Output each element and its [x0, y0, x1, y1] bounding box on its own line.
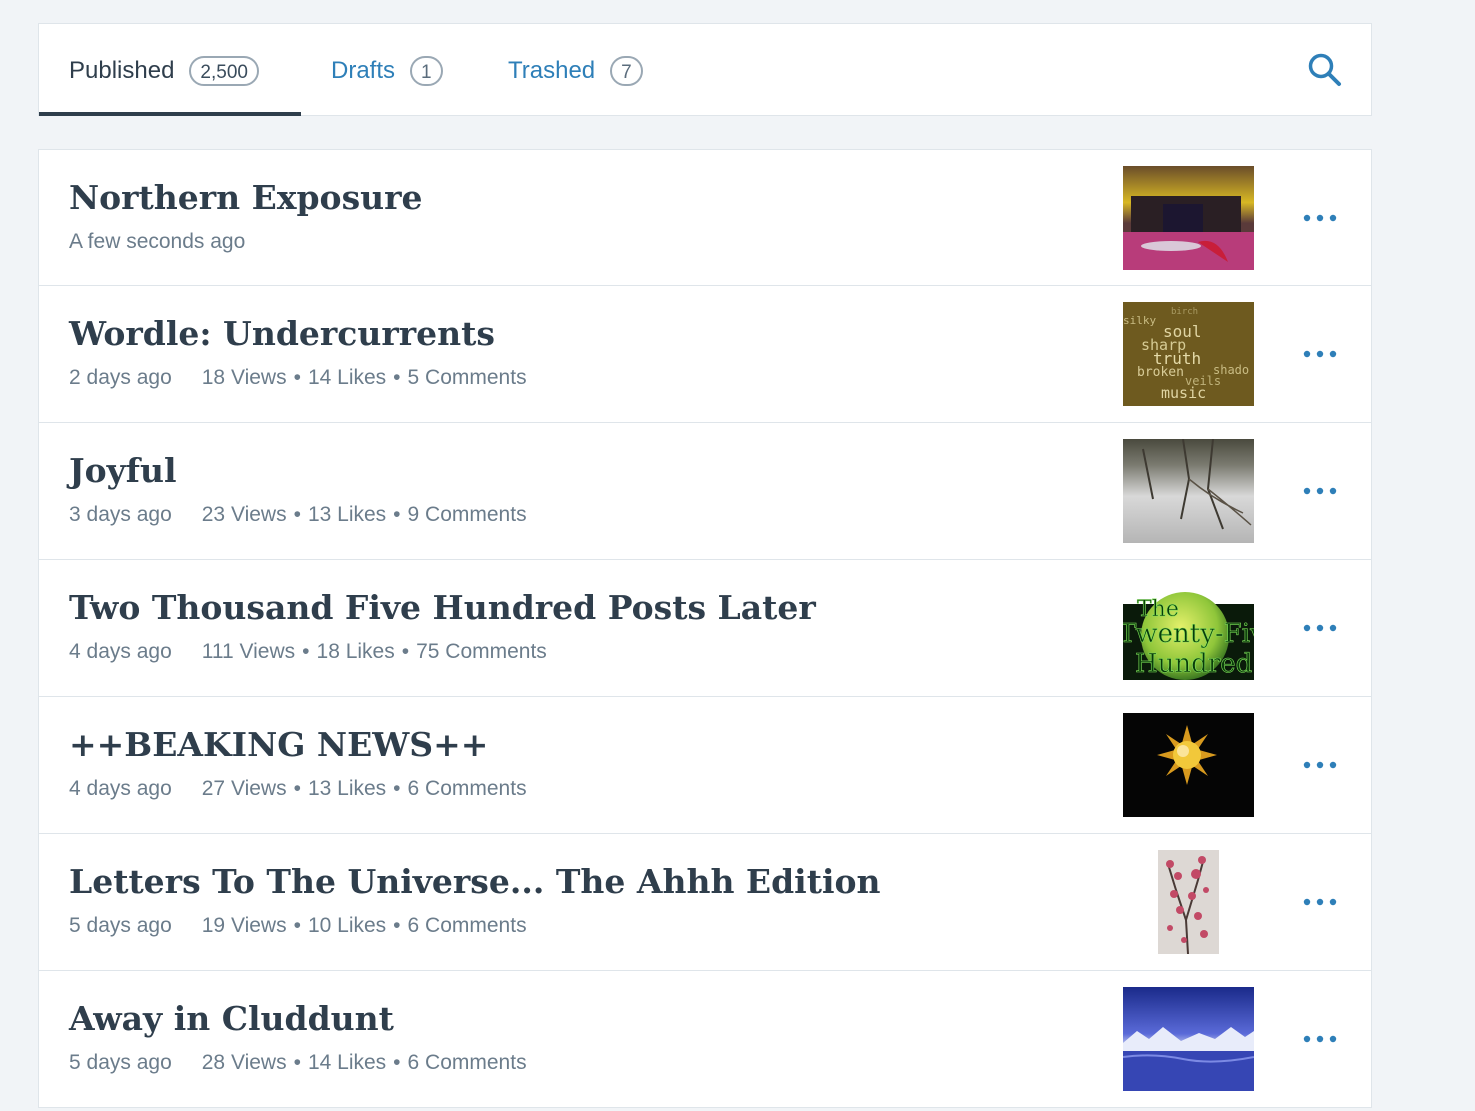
post-comments: 6 Comments	[407, 777, 527, 800]
thumbnail-image	[1123, 166, 1254, 270]
more-button[interactable]	[1301, 341, 1341, 367]
post-list: Northern Exposure A few seconds ago Word…	[38, 149, 1372, 1108]
thumb-word: birch	[1171, 307, 1198, 317]
thumbnail-image	[1123, 987, 1254, 1091]
post-views: 18 Views	[201, 366, 287, 389]
post-comments: 5 Comments	[407, 366, 527, 389]
thumbnail-image: The Twenty-Five Hundred	[1123, 576, 1254, 680]
post-date: 2 days ago	[69, 366, 172, 389]
post-row: Northern Exposure A few seconds ago	[38, 149, 1372, 286]
post-comments: 6 Comments	[407, 1051, 527, 1074]
tab-count-badge: 1	[410, 55, 443, 86]
post-title[interactable]: Letters To The Universe... The Ahhh Edit…	[69, 862, 880, 901]
tab-label: Published	[69, 56, 175, 84]
more-button[interactable]	[1301, 889, 1341, 915]
more-button[interactable]	[1301, 615, 1341, 641]
more-icon	[1303, 898, 1337, 906]
post-row: Letters To The Universe... The Ahhh Edit…	[38, 834, 1372, 971]
tab-label: Drafts	[331, 56, 396, 84]
more-button[interactable]	[1301, 478, 1341, 504]
thumb-word: broken	[1137, 365, 1184, 380]
post-date: A few seconds ago	[69, 230, 246, 253]
post-row: Wordle: Undercurrents 2 days ago 18 Views…	[38, 286, 1372, 423]
thumb-word: Hundred	[1135, 649, 1252, 679]
post-views: 27 Views	[201, 777, 287, 800]
post-title[interactable]: Two Thousand Five Hundred Posts Later	[69, 588, 816, 627]
more-button[interactable]	[1301, 205, 1341, 231]
more-button[interactable]	[1301, 1026, 1341, 1052]
post-meta: 2 days ago 18 Views • 14 Likes • 5 Comments	[69, 366, 527, 389]
post-meta: 5 days ago 19 Views • 10 Likes • 6 Comments	[69, 914, 527, 937]
thumb-word: Twenty-Five	[1123, 619, 1254, 649]
more-button[interactable]	[1301, 752, 1341, 778]
tab-count-badge: 2,500	[189, 55, 259, 86]
thumbnail-image	[1123, 713, 1254, 817]
post-thumbnail[interactable]	[1123, 439, 1254, 543]
post-likes: 14 Likes	[307, 1051, 387, 1074]
thumbnail-image	[1123, 439, 1254, 543]
post-date: 4 days ago	[69, 640, 172, 663]
post-date: 4 days ago	[69, 777, 172, 800]
thumbnail-image: birch silky soul sharp truth broken shad…	[1123, 302, 1254, 406]
post-title[interactable]: ++BEAKING NEWS++	[69, 725, 488, 764]
post-thumbnail[interactable]: The Twenty-Five Hundred	[1123, 576, 1254, 680]
thumb-word: music	[1161, 384, 1206, 402]
search-icon	[1308, 53, 1341, 86]
post-title[interactable]: Northern Exposure	[69, 178, 423, 217]
more-icon	[1303, 1035, 1337, 1043]
thumb-word: silky	[1123, 314, 1156, 327]
post-row: ++BEAKING NEWS++ 4 days ago 27 Views • 13 L…	[38, 697, 1372, 834]
post-row: Away in Cluddunt 5 days ago 28 Views • 14 L…	[38, 971, 1372, 1108]
post-views: 111 Views	[201, 640, 296, 663]
selected-tab-indicator	[39, 112, 301, 116]
post-meta: 5 days ago 28 Views • 14 Likes • 6 Comments	[69, 1051, 527, 1074]
more-icon	[1303, 487, 1337, 495]
post-row: Two Thousand Five Hundred Posts Later 4 …	[38, 560, 1372, 697]
more-icon	[1303, 761, 1337, 769]
post-likes: 10 Likes	[307, 914, 387, 937]
more-icon	[1303, 624, 1337, 632]
post-likes: 13 Likes	[307, 777, 387, 800]
post-title[interactable]: Wordle: Undercurrents	[69, 314, 495, 353]
post-comments: 75 Comments	[416, 640, 547, 663]
post-title[interactable]: Joyful	[69, 451, 177, 490]
more-icon	[1303, 350, 1337, 358]
more-icon	[1303, 214, 1337, 222]
tab-published[interactable]: Published 2,500	[69, 24, 259, 117]
post-likes: 13 Likes	[307, 503, 387, 526]
tab-count-badge: 7	[610, 55, 643, 86]
thumbnail-image	[1158, 850, 1219, 954]
post-likes: 14 Likes	[307, 366, 387, 389]
post-thumbnail[interactable]: birch silky soul sharp truth broken shad…	[1123, 302, 1254, 406]
tab-drafts[interactable]: Drafts 1	[331, 24, 443, 117]
post-comments: 9 Comments	[407, 503, 527, 526]
post-meta: 4 days ago 27 Views • 13 Likes • 6 Comments	[69, 777, 527, 800]
post-views: 23 Views	[201, 503, 287, 526]
post-likes: 18 Likes	[316, 640, 395, 663]
post-meta: A few seconds ago	[69, 230, 275, 254]
post-views: 28 Views	[201, 1051, 287, 1074]
tab-trashed[interactable]: Trashed 7	[508, 24, 643, 117]
post-comments: 6 Comments	[407, 914, 527, 937]
post-row: Joyful 3 days ago 23 Views • 13 Likes • 9 Com…	[38, 423, 1372, 560]
post-meta: 3 days ago 23 Views • 13 Likes • 9 Comments	[69, 503, 527, 526]
section-nav: Published 2,500 Drafts 1 Trashed 7	[38, 23, 1372, 116]
post-date: 5 days ago	[69, 914, 172, 937]
post-thumbnail[interactable]	[1158, 850, 1219, 954]
post-views: 19 Views	[201, 914, 287, 937]
post-thumbnail[interactable]	[1123, 166, 1254, 270]
post-date: 5 days ago	[69, 1051, 172, 1074]
post-title[interactable]: Away in Cluddunt	[69, 999, 394, 1038]
tab-label: Trashed	[508, 56, 596, 84]
post-meta: 4 days ago 111 Views • 18 Likes • 75 Comments	[69, 640, 547, 663]
post-thumbnail[interactable]	[1123, 713, 1254, 817]
post-thumbnail[interactable]	[1123, 987, 1254, 1091]
post-date: 3 days ago	[69, 503, 172, 526]
search-button[interactable]	[1307, 52, 1343, 88]
